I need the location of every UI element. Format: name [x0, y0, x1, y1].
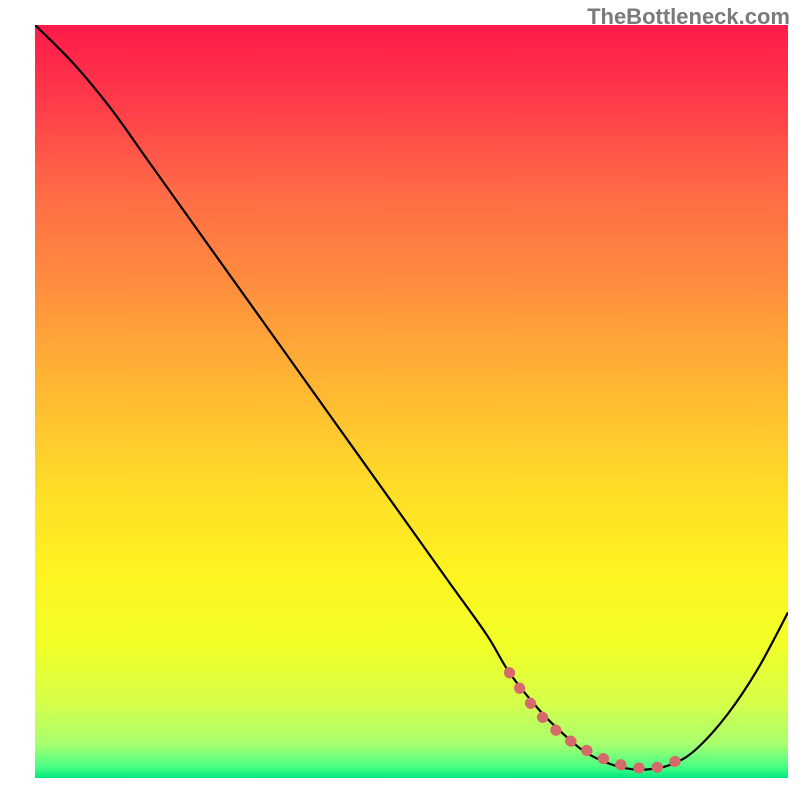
- plot-area: [35, 25, 788, 778]
- curve-layer: [35, 25, 788, 778]
- bottleneck-curve: [35, 25, 788, 770]
- chart-container: TheBottleneck.com: [0, 0, 800, 800]
- optimal-range-marker: [509, 673, 690, 769]
- watermark-text: TheBottleneck.com: [587, 4, 790, 30]
